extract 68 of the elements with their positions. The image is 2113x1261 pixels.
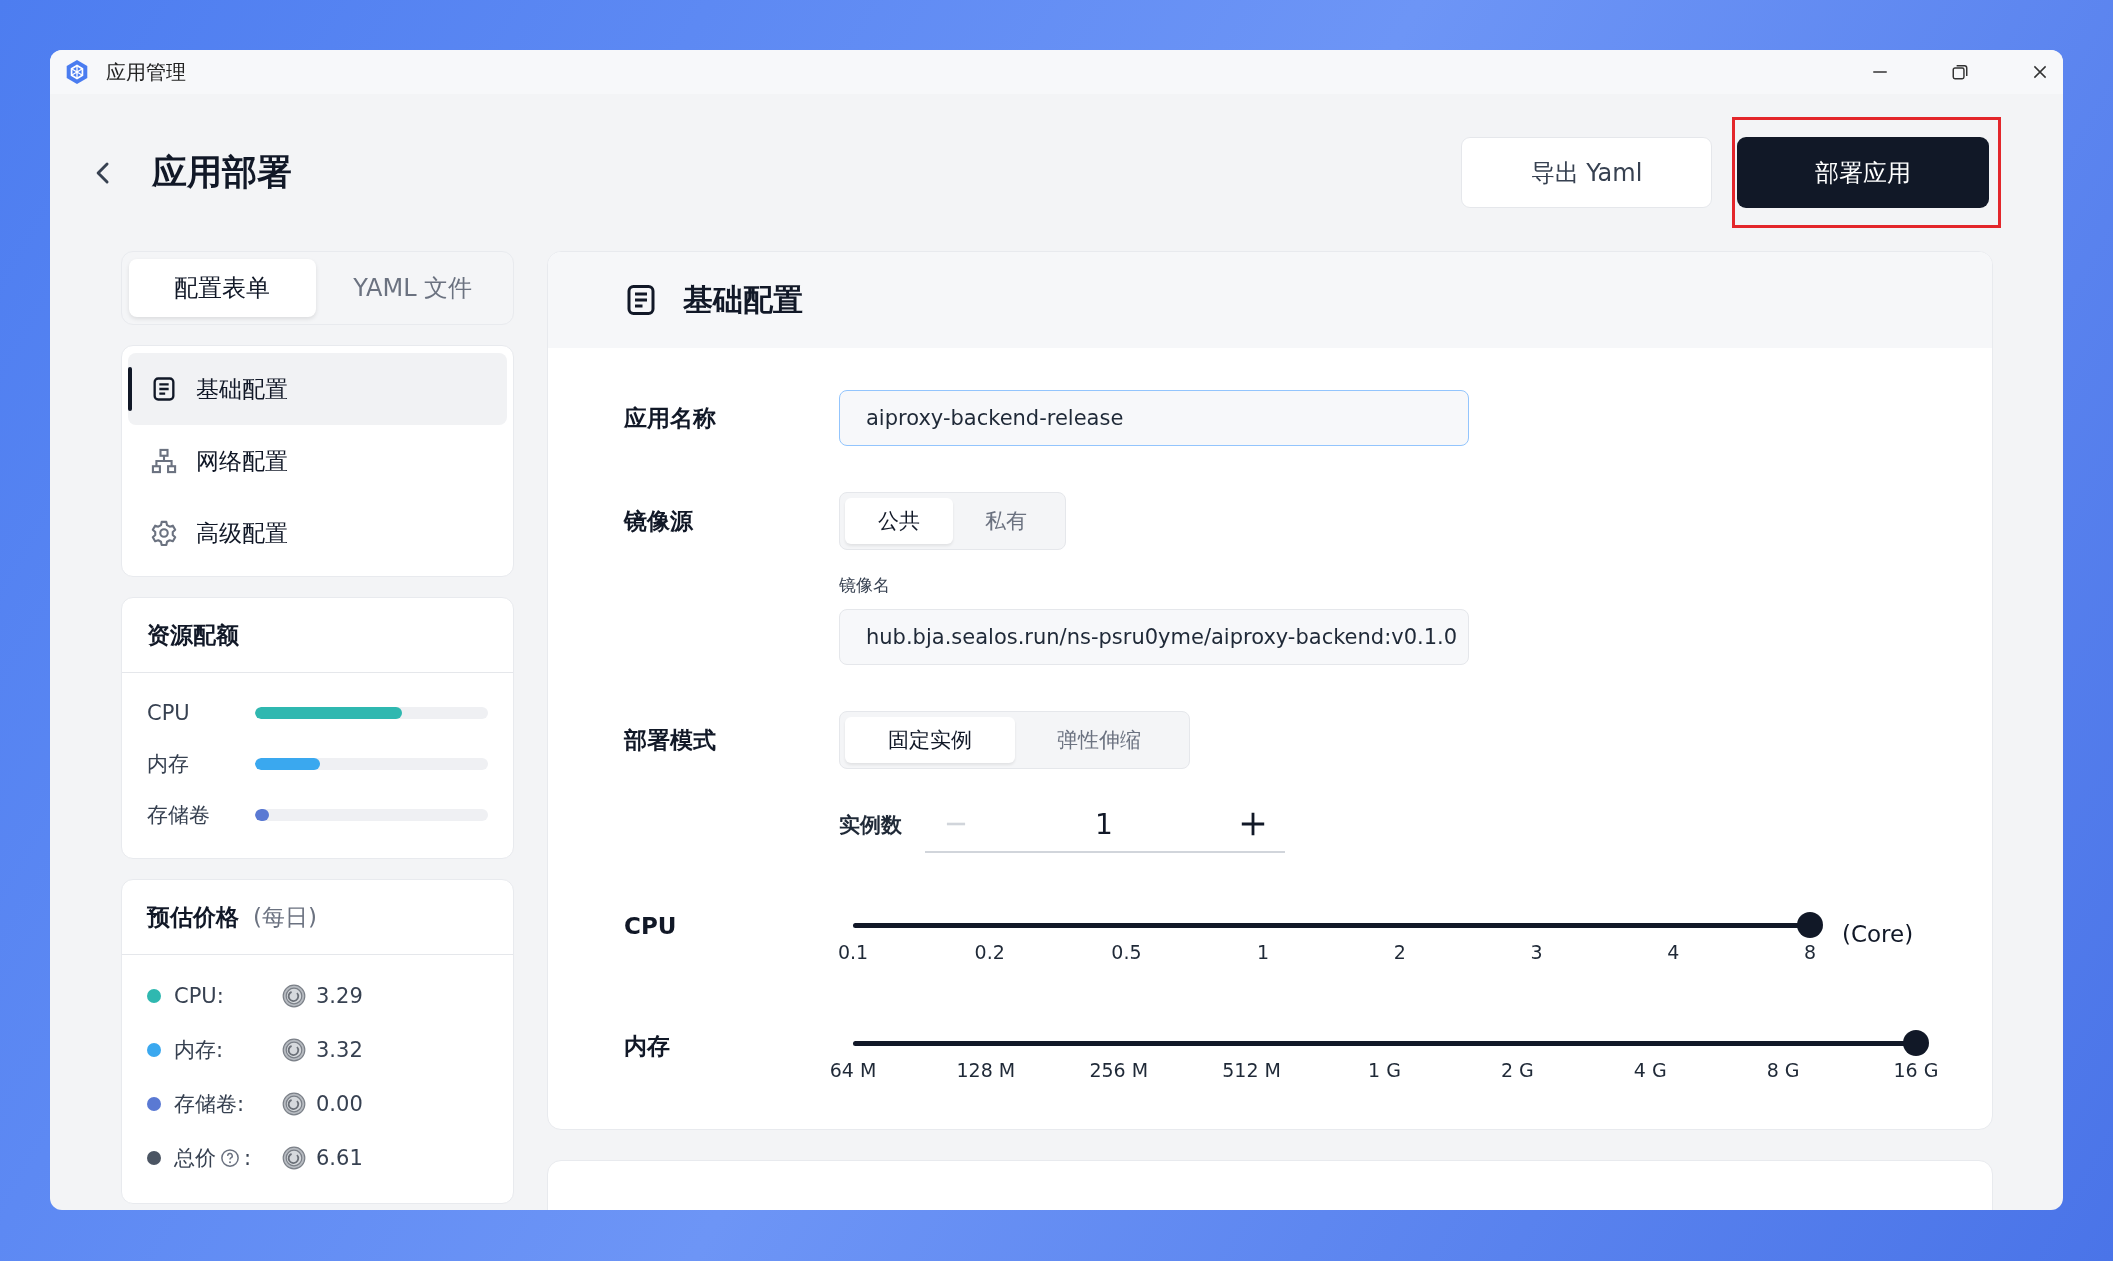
coin-icon bbox=[282, 1146, 306, 1170]
help-icon[interactable] bbox=[220, 1148, 240, 1168]
nav-item[interactable]: 高级配置 bbox=[128, 497, 507, 569]
restore-icon[interactable] bbox=[1951, 63, 1969, 81]
segment-option[interactable]: 弹性伸缩 bbox=[1014, 717, 1184, 763]
mode-tab[interactable]: YAML 文件 bbox=[319, 259, 506, 317]
quota-title: 资源配额 bbox=[147, 620, 239, 650]
unit-label: (Core) bbox=[1842, 920, 1915, 947]
hexagon-logo-icon bbox=[64, 59, 90, 85]
plus-icon[interactable] bbox=[1239, 810, 1267, 838]
image-name-field[interactable]: hub.bja.sealos.run/ns-psru0yme/aiproxy-backend:v0.1.0 bbox=[839, 609, 1469, 665]
tick-label: 8 G bbox=[1766, 1059, 1800, 1081]
price-note: (每日) bbox=[253, 902, 317, 932]
segment-option[interactable]: 公共 bbox=[845, 498, 953, 544]
tick-label: 8 bbox=[1803, 941, 1817, 963]
price-value: 6.61 bbox=[316, 1146, 363, 1170]
price-value: 0.00 bbox=[316, 1092, 363, 1116]
tick-label: 16 G bbox=[1893, 1059, 1939, 1081]
field-label: CPU bbox=[624, 912, 678, 939]
price-value: 3.29 bbox=[316, 984, 363, 1008]
mode-tab[interactable]: 配置表单 bbox=[129, 259, 316, 317]
nav-item[interactable]: 网络配置 bbox=[128, 425, 507, 497]
field-label: 应用名称 bbox=[624, 403, 717, 433]
deploy-button[interactable]: 部署应用 bbox=[1737, 137, 1989, 208]
field-label: 镜像名 bbox=[839, 574, 891, 597]
section-title: 基础配置 bbox=[683, 280, 803, 319]
tick-label: 4 bbox=[1667, 941, 1680, 963]
price-label: 存储卷: bbox=[174, 1091, 245, 1118]
tick-label: 4 G bbox=[1633, 1059, 1667, 1081]
tick-label: 128 M bbox=[956, 1059, 1016, 1081]
price-label: : bbox=[244, 1146, 252, 1170]
network-icon bbox=[150, 447, 178, 475]
field-label: 部署模式 bbox=[624, 725, 717, 755]
quota-label: CPU bbox=[147, 700, 191, 725]
tick-label: 512 M bbox=[1222, 1059, 1281, 1081]
tick-label: 3 bbox=[1530, 941, 1543, 963]
tick-label: 0.5 bbox=[1111, 941, 1142, 963]
page-title: 应用部署 bbox=[152, 151, 292, 194]
quota-label: 内存 bbox=[147, 750, 190, 778]
price-title: 预估价格 bbox=[147, 902, 239, 932]
segment-option[interactable]: 私有 bbox=[952, 498, 1060, 544]
app-name-field[interactable]: aiproxy-backend-release bbox=[839, 390, 1469, 446]
tick-label: 2 G bbox=[1500, 1059, 1534, 1081]
coin-icon bbox=[282, 984, 306, 1008]
field-label: 实例数 bbox=[839, 812, 903, 839]
tick-label: 1 bbox=[1257, 941, 1270, 963]
tick-label: 0.2 bbox=[974, 941, 1005, 963]
replica-value: 1 bbox=[1095, 807, 1113, 841]
field-label: 镜像源 bbox=[624, 506, 694, 536]
tick-label: 256 M bbox=[1089, 1059, 1149, 1081]
window-title: 应用管理 bbox=[106, 58, 186, 86]
tick-label: 64 M bbox=[829, 1059, 877, 1081]
settings-icon bbox=[150, 519, 178, 547]
coin-icon bbox=[282, 1092, 306, 1116]
price-label: 内存: bbox=[174, 1037, 224, 1064]
price-value: 3.32 bbox=[316, 1038, 363, 1062]
quota-label: 存储卷 bbox=[147, 801, 211, 829]
export-button[interactable]: 导出 Yaml bbox=[1461, 137, 1712, 208]
segment-option[interactable]: 固定实例 bbox=[845, 717, 1015, 763]
coin-icon bbox=[282, 1038, 306, 1062]
price-label: 总价 bbox=[174, 1145, 216, 1172]
nav-item[interactable]: 基础配置 bbox=[128, 353, 507, 425]
tick-label: 0.1 bbox=[837, 941, 869, 963]
price-label: CPU: bbox=[174, 984, 224, 1008]
close-icon[interactable] bbox=[2031, 63, 2049, 81]
tick-label: 2 bbox=[1393, 941, 1406, 963]
tick-label: 1 G bbox=[1368, 1059, 1401, 1081]
field-label: 内存 bbox=[624, 1032, 671, 1061]
